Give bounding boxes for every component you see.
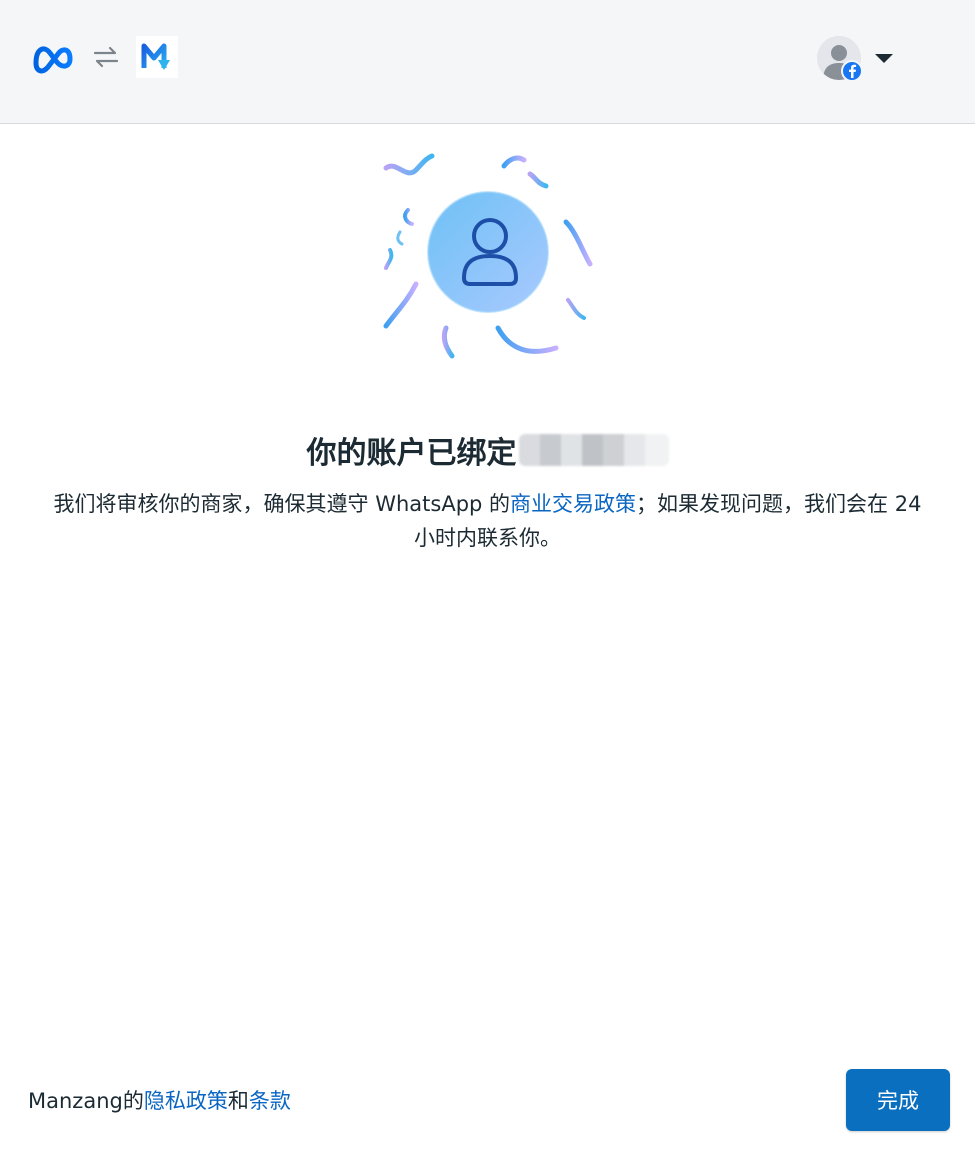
footer-conjunction: 和 — [227, 1089, 249, 1113]
footer-policy-text: Manzang的隐私政策和条款 — [28, 1084, 291, 1118]
swap-arrows-icon — [93, 46, 119, 68]
terms-link[interactable]: 条款 — [249, 1089, 291, 1113]
account-avatar-wrap[interactable] — [817, 36, 863, 82]
company-name: Manzang — [28, 1089, 123, 1113]
redacted-account-name — [518, 434, 669, 466]
header-bar — [0, 0, 975, 124]
person-confetti-illustration — [383, 153, 593, 359]
footer-possessive: 的 — [122, 1089, 144, 1113]
app-logo — [136, 36, 178, 78]
facebook-badge — [841, 60, 863, 82]
facebook-icon — [849, 64, 857, 78]
meta-logo-icon — [33, 46, 73, 74]
description: 我们将审核你的商家，确保其遵守 WhatsApp 的商业交易政策；如果发现问题，… — [40, 487, 935, 555]
manzang-logo-icon — [141, 43, 170, 70]
done-button[interactable]: 完成 — [846, 1069, 950, 1131]
description-text-before: 我们将审核你的商家，确保其遵守 WhatsApp 的 — [53, 492, 511, 516]
commerce-policy-link[interactable]: 商业交易政策 — [510, 492, 636, 516]
title-row: 你的账户已绑定 — [0, 428, 975, 472]
page: 你的账户已绑定 我们将审核你的商家，确保其遵守 WhatsApp 的商业交易政策… — [0, 0, 975, 1151]
privacy-policy-link[interactable]: 隐私政策 — [144, 1089, 228, 1113]
brand-group — [30, 36, 178, 78]
account-menu[interactable] — [817, 36, 893, 82]
caret-down-icon[interactable] — [875, 53, 893, 63]
page-title: 你的账户已绑定 — [306, 436, 517, 471]
